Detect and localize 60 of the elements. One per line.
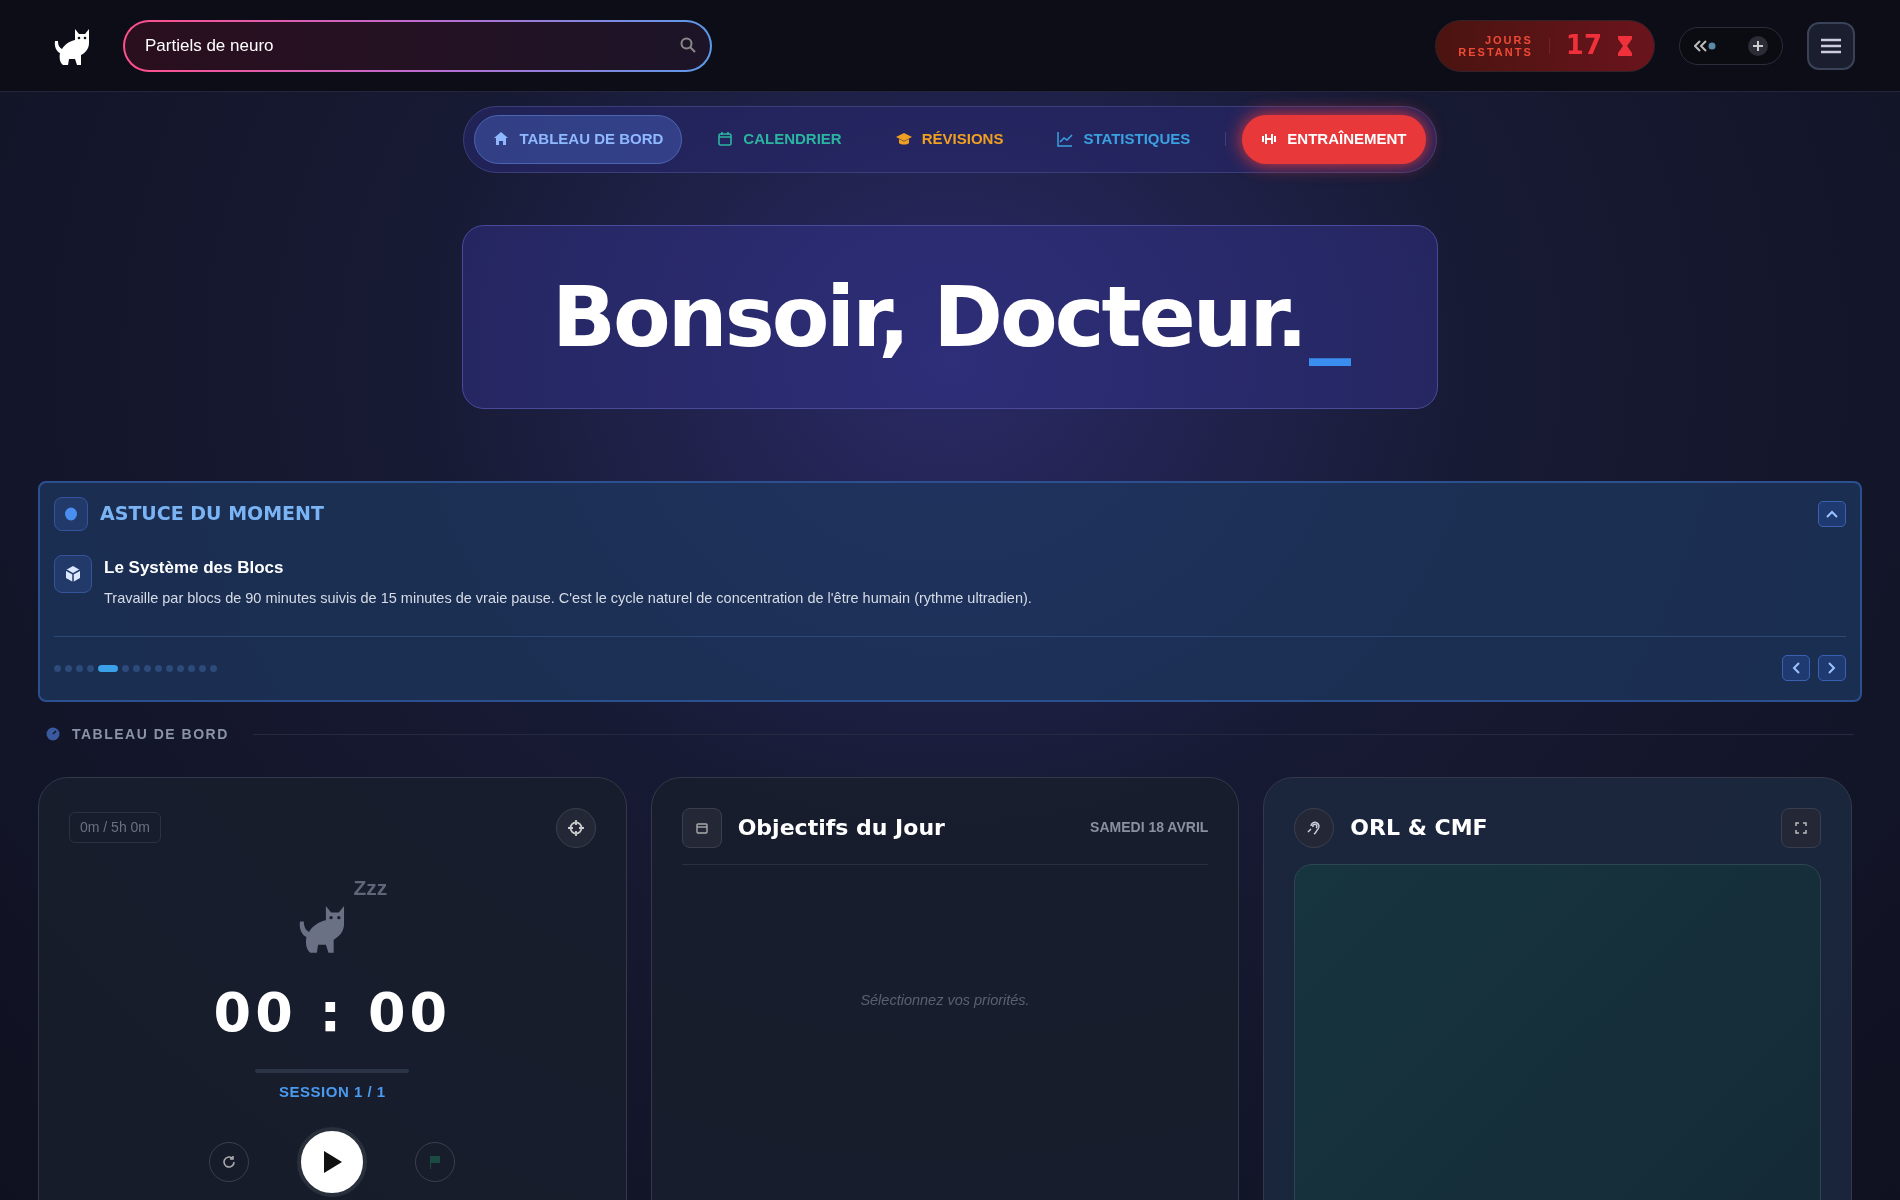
refresh-icon[interactable] [222, 1155, 237, 1169]
nav-tab[interactable]: CALENDRIER [698, 115, 861, 164]
line-chart-icon[interactable] [1057, 131, 1074, 148]
days-count: 17 [1565, 29, 1602, 62]
carousel-dot[interactable] [65, 664, 72, 672]
nav-tab[interactable]: STATISTIQUES [1038, 115, 1210, 164]
session-label: SESSION 1 / 1 [279, 1081, 386, 1102]
card-title: Objectifs du Jour [737, 814, 945, 842]
greeting-text: Bonsoir, Docteur. [552, 267, 1305, 366]
expand-button[interactable] [1781, 807, 1821, 848]
carousel-dot[interactable] [133, 664, 140, 672]
carousel-dot[interactable] [210, 664, 217, 672]
previous-button[interactable] [1782, 655, 1810, 682]
carousel-dot[interactable] [122, 664, 129, 672]
next-button[interactable] [1818, 655, 1846, 682]
search-field[interactable]: Partiels de neuro [125, 21, 710, 70]
carousel-dot[interactable] [76, 664, 83, 672]
nav-tab[interactable]: ENTRAÎNEMENT [1242, 115, 1426, 164]
nav-tab[interactable]: TABLEAU DE BORD [474, 115, 683, 164]
gauge-icon [46, 727, 60, 741]
tip-heading: ASTUCE DU MOMENT [100, 501, 324, 527]
carousel-dot[interactable] [144, 664, 151, 672]
chevron-left-icon[interactable] [1792, 662, 1800, 675]
carousel-dot[interactable] [155, 664, 162, 672]
remaining-label: RESTANTS [1458, 45, 1533, 58]
carousel-dot[interactable] [199, 664, 206, 672]
double-chevron-icon[interactable] [1694, 39, 1716, 52]
cursor: _ [1308, 267, 1348, 366]
tip-title: Le Système des Blocs [104, 556, 285, 579]
chevron-right-icon[interactable] [1828, 662, 1836, 675]
days-label: JOURS [1483, 33, 1533, 46]
fullscreen-icon[interactable] [1795, 821, 1807, 834]
progress-time: 0m / 5h 0m [69, 812, 162, 843]
calendar-icon [681, 807, 722, 848]
play-icon[interactable] [321, 1150, 344, 1174]
collapse-button[interactable] [1818, 500, 1846, 527]
timer-display: 00 : 00 [213, 979, 452, 1046]
crosshair-icon[interactable] [567, 819, 584, 836]
tip-text: Travaille par blocs de 90 minutes suivis de 15 minutes de vraie pause. C'est le cycle naturel de concentration de l'être humain (rythme ultradien). [104, 589, 1032, 608]
calendar-icon[interactable] [717, 131, 734, 148]
home-icon[interactable] [493, 131, 510, 148]
toggle-widget[interactable] [1679, 26, 1783, 65]
plus-icon[interactable] [1748, 35, 1768, 56]
carousel-dot[interactable] [177, 664, 184, 672]
section-title: TABLEAU DE BORD [72, 724, 229, 744]
nav-tab[interactable]: RÉVISIONS [876, 115, 1023, 164]
cube-icon [54, 554, 92, 593]
carousel-dot[interactable] [54, 664, 61, 672]
carousel-dot[interactable] [87, 664, 94, 672]
menu-button[interactable] [1807, 21, 1855, 70]
carousel-dot[interactable] [166, 664, 173, 672]
empty-message: Sélectionnez vos priorités. [859, 990, 1031, 1010]
menu-icon[interactable] [1821, 37, 1841, 54]
date-label: SAMEDI 18 AVRIL [1090, 818, 1209, 837]
search-icon[interactable] [680, 36, 696, 53]
card-title: ORL & CMF [1350, 814, 1488, 842]
chevron-up-icon[interactable] [1826, 509, 1838, 518]
carousel-dot[interactable] [188, 664, 195, 672]
sleep-text: Zzz [353, 874, 388, 901]
hourglass-icon [1618, 35, 1632, 56]
